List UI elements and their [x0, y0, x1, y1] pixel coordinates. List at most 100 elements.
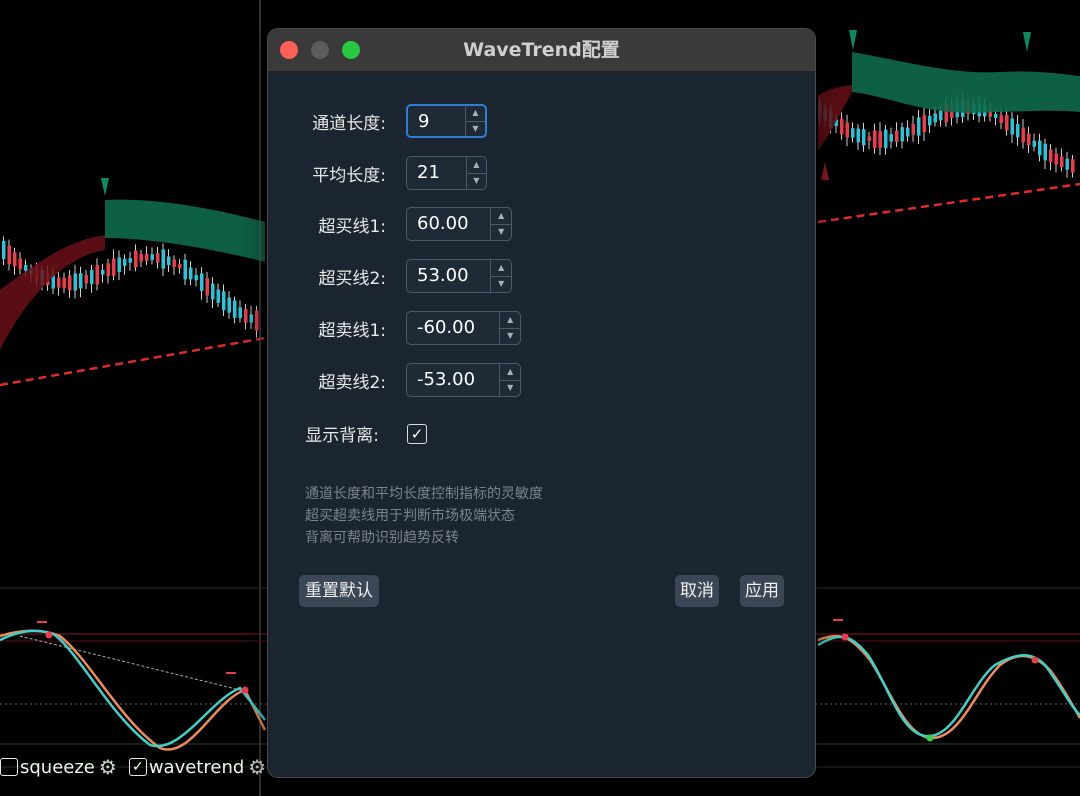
cross-dot — [45, 631, 53, 639]
oversold2-spinbox[interactable]: -53.00 ▲ ▼ — [406, 363, 521, 397]
candle-body — [211, 283, 215, 300]
candle-body — [255, 310, 259, 331]
spin-arrows: ▲ ▼ — [490, 208, 511, 240]
candle-body — [57, 277, 61, 288]
increment-arrow-icon[interactable]: ▲ — [500, 364, 520, 381]
candle-body — [1032, 140, 1036, 147]
candle-body — [13, 252, 17, 267]
candle-body — [867, 136, 871, 141]
candle-body — [117, 257, 121, 272]
candle-body — [249, 314, 253, 323]
channel-length-spinbox[interactable]: 9 ▲ ▼ — [406, 104, 487, 138]
cross-dot — [241, 686, 249, 694]
candle-body — [928, 115, 932, 126]
candle-body — [911, 123, 915, 135]
candle-body — [939, 110, 943, 121]
candle-body — [95, 265, 99, 285]
candle-body — [917, 117, 921, 136]
candle-body — [873, 130, 877, 149]
candle-body — [1016, 123, 1020, 138]
oversold2-value[interactable]: -53.00 — [407, 364, 499, 396]
overbought1-value[interactable]: 60.00 — [407, 208, 490, 240]
candle-body — [150, 254, 154, 261]
increment-arrow-icon[interactable]: ▲ — [465, 106, 485, 122]
candle-body — [90, 269, 94, 285]
candle-body — [134, 250, 138, 268]
candle-body — [178, 263, 182, 269]
candle-body — [145, 253, 149, 261]
divergence-checkbox[interactable]: ✓ — [407, 423, 427, 444]
decrement-arrow-icon[interactable]: ▼ — [491, 225, 511, 241]
squeeze-toggle[interactable]: squeeze ⚙ — [0, 755, 117, 779]
candle-body — [840, 118, 844, 135]
wavetrend-toggle[interactable]: ✓ wavetrend ⚙ — [128, 755, 266, 779]
spin-arrows: ▲ ▼ — [499, 364, 520, 396]
candle-body — [233, 300, 237, 318]
oversold2-label: 超卖线2: — [318, 372, 386, 393]
candle-body — [1010, 118, 1014, 135]
candle-body — [1021, 127, 1025, 143]
oversold1-spinbox[interactable]: -60.00 ▲ ▼ — [406, 311, 521, 345]
decrement-arrow-icon[interactable]: ▼ — [466, 122, 485, 137]
wavetrend-checkbox[interactable]: ✓ — [128, 758, 147, 776]
overbought1-row: 超买线1: 60.00 ▲ ▼ — [268, 207, 512, 241]
candle-body — [101, 269, 105, 275]
oversold1-row: 超卖线1: -60.00 ▲ ▼ — [268, 311, 521, 345]
candle-body — [244, 308, 248, 323]
title-bar[interactable]: WaveTrend配置 — [268, 29, 815, 72]
channel-length-row: 通道长度: 9 ▲ ▼ — [268, 104, 487, 138]
divergence-label: 显示背离: — [305, 426, 379, 446]
decrement-arrow-icon[interactable]: ▼ — [491, 277, 511, 293]
gear-icon[interactable]: ⚙ — [99, 755, 117, 779]
overbought1-spinbox[interactable]: 60.00 ▲ ▼ — [406, 207, 512, 241]
candle-body — [1049, 149, 1053, 162]
candle-body — [161, 249, 165, 269]
candle-body — [106, 263, 110, 276]
overbought2-row: 超买线2: 53.00 ▲ ▼ — [268, 259, 512, 293]
decrement-arrow-icon[interactable]: ▼ — [500, 381, 520, 397]
overbought2-spinbox[interactable]: 53.00 ▲ ▼ — [406, 259, 512, 293]
candle-body — [1005, 114, 1009, 131]
candle-body — [1060, 156, 1064, 168]
gear-icon[interactable]: ⚙ — [248, 755, 266, 779]
channel-length-value[interactable]: 9 — [408, 106, 465, 136]
candle-body — [24, 265, 28, 271]
candle-body — [156, 252, 160, 263]
candle-body — [851, 128, 855, 138]
candle-body — [167, 256, 171, 266]
candle-body — [172, 259, 176, 267]
candle-body — [878, 131, 882, 148]
average-length-spinbox[interactable]: 21 ▲ ▼ — [406, 156, 487, 190]
squeeze-checkbox[interactable] — [0, 758, 18, 776]
increment-arrow-icon[interactable]: ▲ — [491, 260, 511, 277]
overbought2-label: 超买线2: — [318, 268, 386, 289]
candle-body — [1027, 133, 1031, 146]
apply-button[interactable]: 应用 — [740, 575, 784, 607]
candle-body — [128, 258, 132, 263]
reset-defaults-button[interactable]: 重置默认 — [299, 575, 379, 607]
candle-body — [205, 278, 209, 296]
cross-dot — [1031, 656, 1039, 664]
candle-body — [216, 289, 220, 303]
candle-body — [227, 297, 231, 313]
overbought2-value[interactable]: 53.00 — [407, 260, 490, 292]
increment-arrow-icon[interactable]: ▲ — [466, 157, 486, 174]
candle-body — [1065, 158, 1069, 170]
candle-body — [2, 240, 6, 260]
help-line: 通道长度和平均长度控制指标的灵敏度 — [305, 486, 543, 502]
decrement-arrow-icon[interactable]: ▼ — [500, 329, 520, 345]
help-line: 背离可帮助识别趋势反转 — [305, 530, 459, 546]
candle-body — [906, 127, 910, 137]
cancel-button[interactable]: 取消 — [675, 575, 719, 607]
candle-body — [889, 134, 893, 142]
increment-arrow-icon[interactable]: ▲ — [500, 312, 520, 329]
oversold1-value[interactable]: -60.00 — [407, 312, 499, 344]
candle-body — [189, 267, 193, 280]
average-length-value[interactable]: 21 — [407, 157, 466, 189]
candle-body — [112, 258, 116, 276]
candle-body — [1043, 143, 1047, 161]
indicator-toggle-bar: squeeze ⚙ ✓ wavetrend ⚙ — [0, 750, 270, 784]
decrement-arrow-icon[interactable]: ▼ — [467, 174, 486, 190]
increment-arrow-icon[interactable]: ▲ — [491, 208, 511, 225]
candle-body — [139, 253, 143, 262]
